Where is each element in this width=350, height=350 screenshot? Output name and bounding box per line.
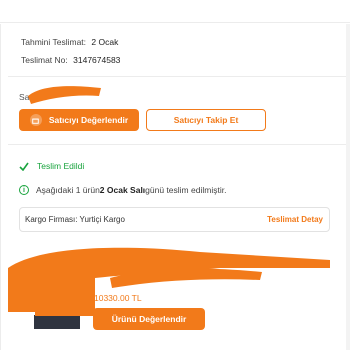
- estimated-delivery-label: Tahmini Teslimat:: [21, 37, 87, 47]
- rate-seller-button[interactable]: Satıcıyı Değerlendir: [19, 109, 139, 131]
- notice-prefix: Aşağıdaki 1 ürün: [36, 185, 100, 195]
- notice-suffix: günü teslim edilmiştir.: [145, 185, 227, 195]
- follow-seller-button[interactable]: Satıcıyı Takip Et: [146, 109, 266, 131]
- delivery-status: Teslim Edildi: [19, 161, 84, 171]
- delivery-detail-link[interactable]: Teslimat Detay: [267, 215, 323, 224]
- top-strip: [0, 0, 350, 24]
- delivery-notice: i Aşağıdaki 1 ürün 2 Ocak Salı günü tesl…: [19, 185, 226, 195]
- review-product-label: Ürünü Değerlendir: [111, 314, 187, 324]
- delivery-status-text: Teslim Edildi: [37, 161, 85, 171]
- product-redaction: [8, 247, 330, 316]
- delivery-number-value: 3147674583: [73, 55, 121, 65]
- follow-seller-label: Satıcıyı Takip Et: [173, 115, 239, 125]
- top-divider: [0, 22, 350, 23]
- delivery-number-label: Teslimat No:: [21, 55, 68, 65]
- seller-store-icon: [29, 114, 42, 126]
- cargo-info-box: Kargo Firması: Yurtiçi Kargo Teslimat De…: [19, 207, 330, 232]
- section-divider: [8, 76, 346, 77]
- seller-name-redaction: [28, 86, 101, 104]
- cargo-company: Kargo Firması: Yurtiçi Kargo: [25, 215, 125, 224]
- delivery-number: Teslimat No: 3147674583: [21, 55, 120, 65]
- info-icon: i: [19, 185, 29, 195]
- estimated-delivery: Tahmini Teslimat: 2 Ocak: [21, 37, 118, 47]
- section-divider: [8, 144, 346, 145]
- estimated-delivery-value: 2 Ocak: [91, 37, 119, 47]
- product-price: 10330.00 TL: [94, 293, 142, 303]
- checkmark-icon: [19, 162, 29, 171]
- review-product-button[interactable]: Ürünü Değerlendir: [93, 308, 205, 330]
- cargo-company-name: Yurtiçi Kargo: [79, 215, 125, 224]
- rate-seller-label: Satıcıyı Değerlendir: [48, 115, 129, 125]
- cargo-company-label: Kargo Firması:: [25, 215, 78, 224]
- notice-date: 2 Ocak Salı: [99, 185, 146, 195]
